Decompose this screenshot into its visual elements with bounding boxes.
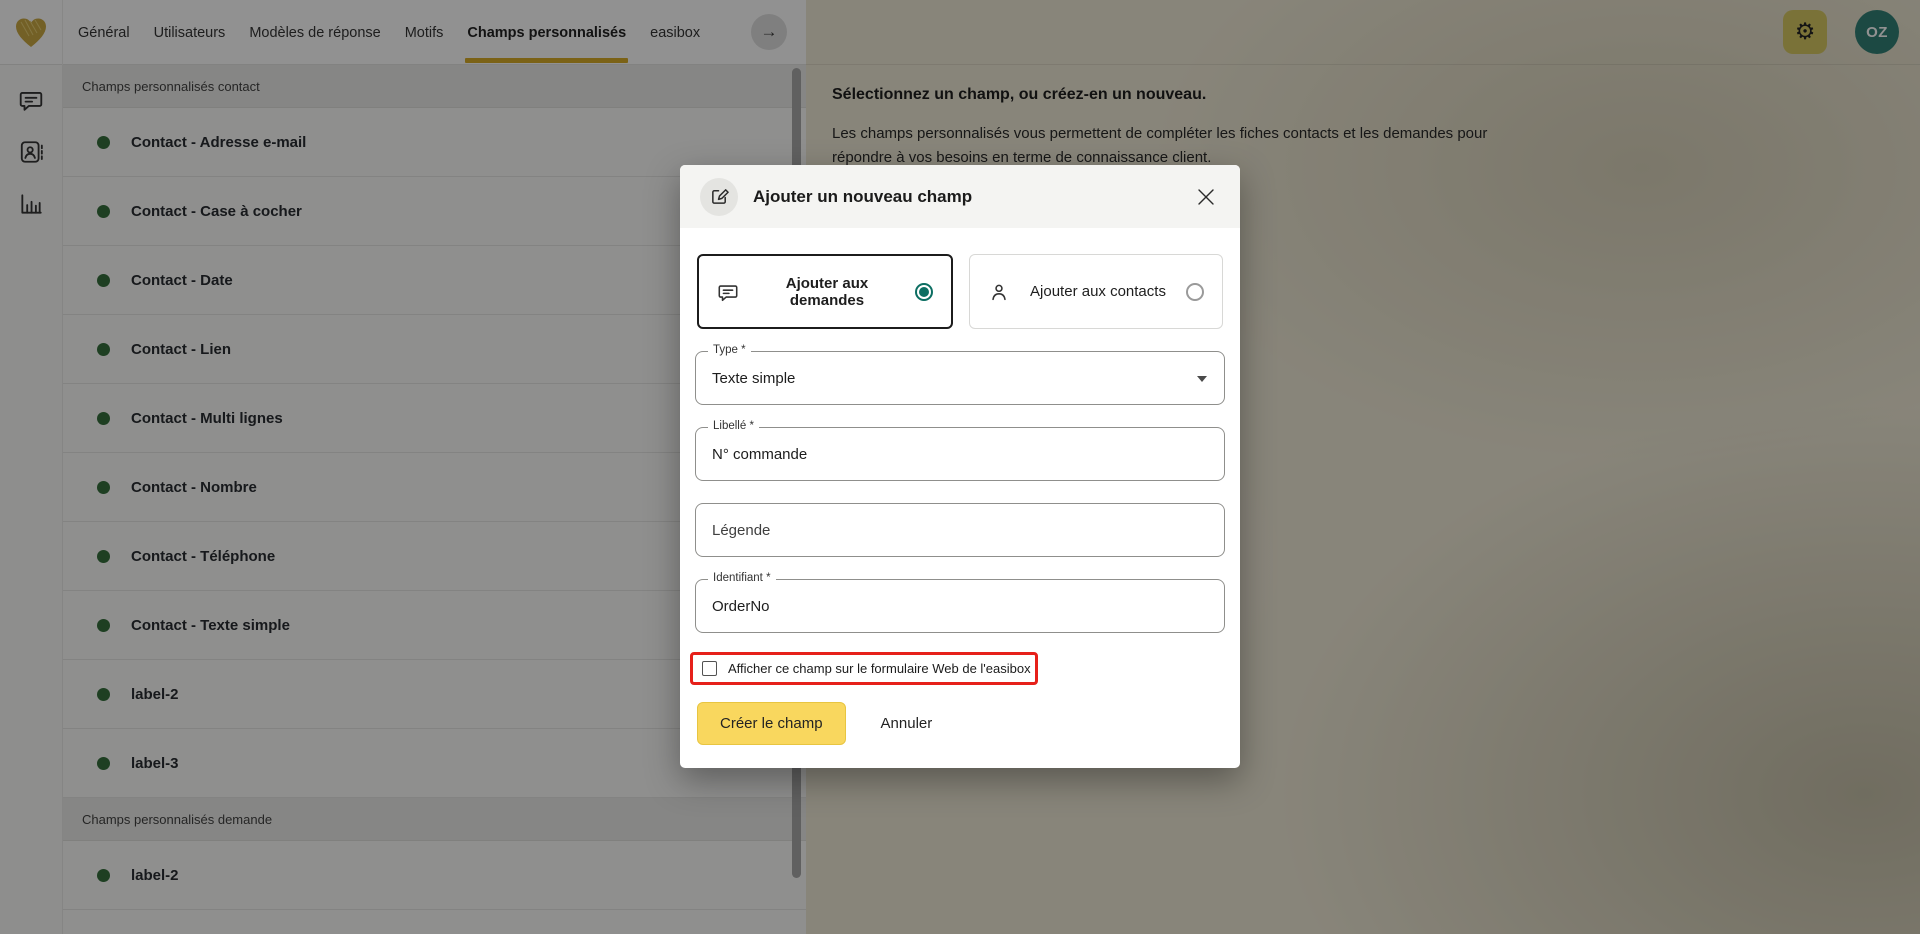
type-select-value: Texte simple: [696, 352, 1224, 404]
type-select[interactable]: Type * Texte simple: [695, 351, 1225, 405]
edit-field-icon: [700, 178, 738, 216]
legende-input[interactable]: [696, 504, 1224, 556]
option-card-demandes[interactable]: Ajouter aux demandes: [697, 254, 953, 329]
create-field-button[interactable]: Créer le champ: [697, 702, 846, 745]
modal-body: Ajouter aux demandes Ajouter aux contact…: [680, 228, 1240, 745]
demande-bubble-icon: [717, 281, 739, 303]
close-icon[interactable]: [1196, 187, 1216, 207]
contact-person-icon: [988, 281, 1010, 303]
radio-selected-icon[interactable]: [915, 283, 933, 301]
identifiant-field-wrap: Identifiant *: [695, 579, 1225, 633]
legende-field-wrap: [695, 503, 1225, 557]
radio-unselected-icon[interactable]: [1186, 283, 1204, 301]
modal-actions: Créer le champ Annuler: [697, 702, 1225, 745]
libelle-field-wrap: Libellé *: [695, 427, 1225, 481]
option-label: Ajouter aux demandes: [753, 275, 901, 309]
option-label: Ajouter aux contacts: [1024, 283, 1172, 300]
settings-page: Sélectionnez un champ, ou créez-en un no…: [0, 0, 1920, 934]
target-option-cards: Ajouter aux demandes Ajouter aux contact…: [697, 254, 1223, 329]
easibox-checkbox-label: Afficher ce champ sur le formulaire Web …: [728, 661, 1031, 676]
option-card-contacts[interactable]: Ajouter aux contacts: [969, 254, 1223, 329]
easibox-checkbox[interactable]: [702, 661, 717, 676]
easibox-checkbox-row-highlighted: Afficher ce champ sur le formulaire Web …: [690, 652, 1038, 685]
libelle-input[interactable]: [696, 428, 1224, 480]
chevron-down-icon: [1197, 376, 1207, 382]
modal-header: Ajouter un nouveau champ: [680, 165, 1240, 228]
identifiant-input[interactable]: [696, 580, 1224, 632]
add-field-modal: Ajouter un nouveau champ Ajouter aux dem…: [680, 165, 1240, 768]
cancel-button[interactable]: Annuler: [881, 715, 933, 732]
modal-title: Ajouter un nouveau champ: [753, 187, 972, 207]
